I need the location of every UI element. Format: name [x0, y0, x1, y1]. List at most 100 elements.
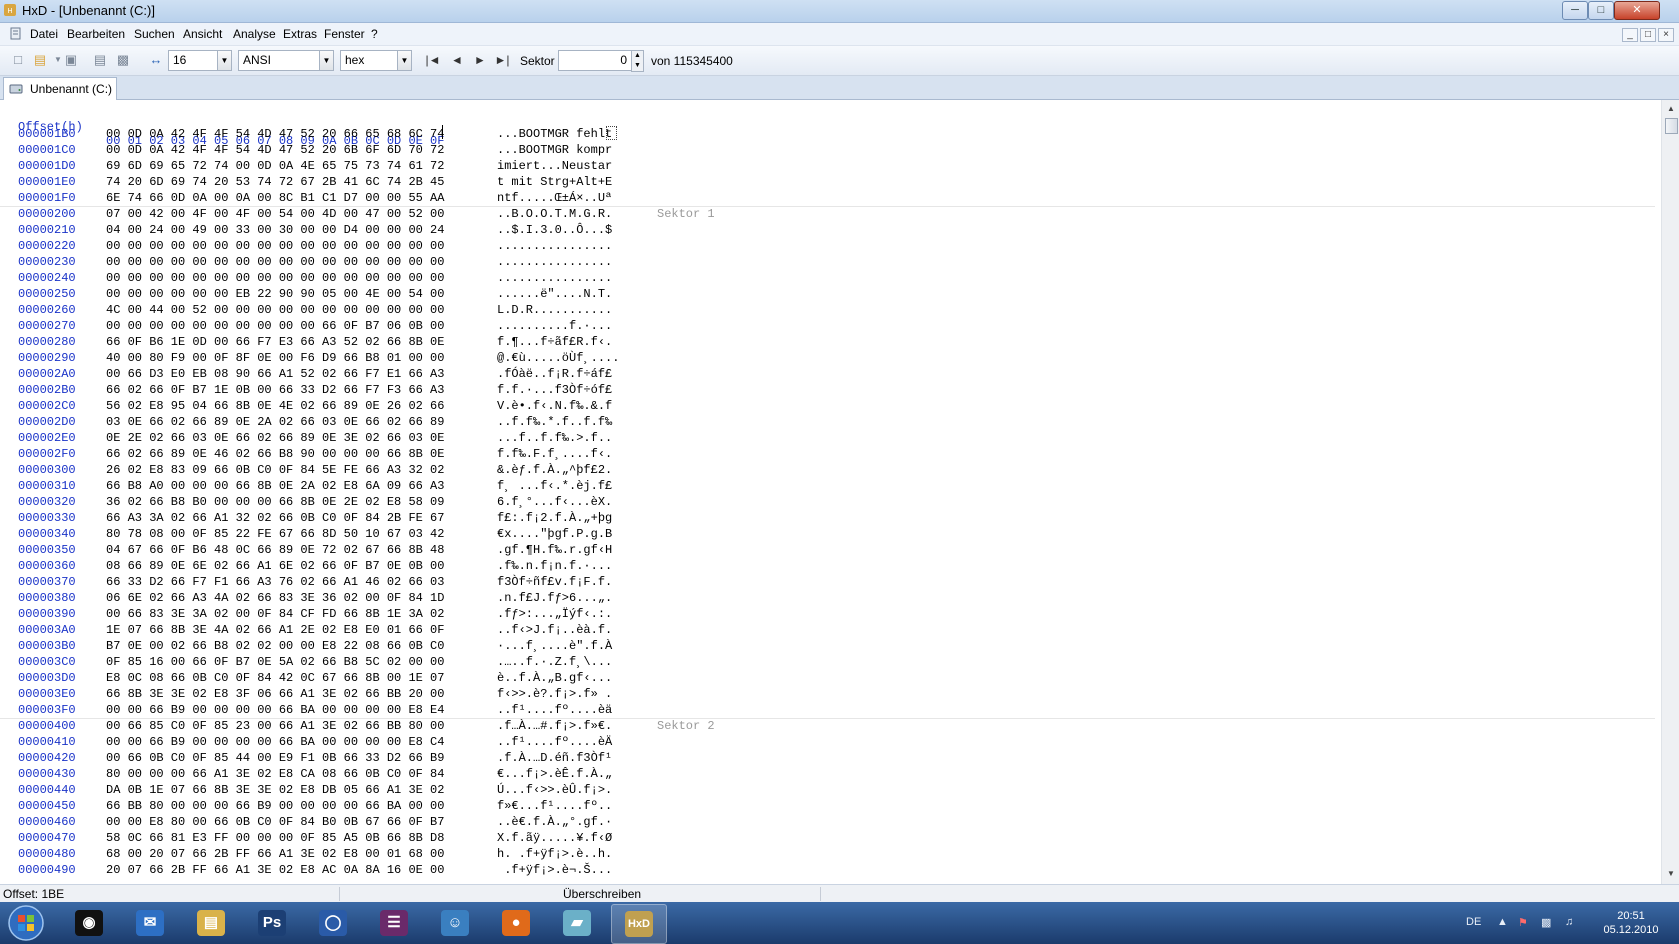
scroll-down-button[interactable]: ▼ — [1665, 867, 1677, 881]
status-mode[interactable]: Überschreiben — [563, 887, 641, 901]
language-indicator[interactable]: DE — [1466, 916, 1481, 928]
first-sector-button[interactable]: |◄ — [425, 52, 441, 68]
row-hex-bytes[interactable]: 00 0D 0A 42 4F 4F 54 4D 47 52 20 6B 6F 6… — [106, 142, 444, 158]
row-hex-bytes[interactable]: B7 0E 00 02 66 B8 02 02 00 00 E8 22 08 6… — [106, 638, 444, 654]
row-ascii[interactable]: ..f¹....fº....èä — [497, 702, 612, 718]
scroll-thumb[interactable] — [1665, 118, 1678, 134]
mdi-minimize-button[interactable]: _ — [1622, 28, 1638, 42]
row-ascii[interactable]: ...f..f.f‰.>.f.. — [497, 430, 612, 446]
offset-base-select[interactable]: hex ▼ — [340, 50, 412, 71]
row-hex-bytes[interactable]: 04 00 24 00 49 00 33 00 30 00 00 D4 00 0… — [106, 222, 444, 238]
row-ascii[interactable]: .fƒ>:...„Ïýf‹.:. — [497, 606, 612, 622]
menu-extras[interactable]: Extras — [283, 27, 317, 41]
row-ascii[interactable]: f»€...f¹....fº.. — [497, 798, 612, 814]
menu-ansicht[interactable]: Ansicht — [183, 27, 222, 41]
row-ascii[interactable]: ..f.f‰.*.f..f.f‰ — [497, 414, 612, 430]
row-hex-bytes[interactable]: 4C 00 44 00 52 00 00 00 00 00 00 00 00 0… — [106, 302, 444, 318]
row-hex-bytes[interactable]: 66 33 D2 66 F7 F1 66 A3 76 02 66 A1 46 0… — [106, 574, 444, 590]
row-hex-bytes[interactable]: 66 02 66 89 0E 46 02 66 B8 90 00 00 00 6… — [106, 446, 444, 462]
row-hex-bytes[interactable]: 80 00 00 00 66 A1 3E 02 E8 CA 08 66 0B C… — [106, 766, 444, 782]
row-hex-bytes[interactable]: 04 67 66 0F B6 48 0C 66 89 0E 72 02 67 6… — [106, 542, 444, 558]
row-hex-bytes[interactable]: 00 00 00 00 00 00 EB 22 90 90 05 00 4E 0… — [106, 286, 444, 302]
menu-fenster[interactable]: Fenster — [324, 27, 365, 41]
row-hex-bytes[interactable]: 00 66 D3 E0 EB 08 90 66 A1 52 02 66 F7 E… — [106, 366, 444, 382]
row-ascii[interactable]: f‹>>.è?.f¡>.f» . — [497, 686, 612, 702]
taskbar-tool-button[interactable]: ▰ — [550, 904, 604, 942]
row-ascii[interactable]: 6.f¸°...f‹...èX. — [497, 494, 612, 510]
row-ascii[interactable]: ..B.O.O.T.M.G.R. — [497, 206, 612, 222]
row-hex-bytes[interactable]: 00 66 85 C0 0F 85 23 00 66 A1 3E 02 66 B… — [106, 718, 444, 734]
show-hidden-icons-icon[interactable]: ▲ — [1497, 916, 1508, 928]
row-hex-bytes[interactable]: 00 00 E8 80 00 66 0B C0 0F 84 B0 0B 67 6… — [106, 814, 444, 830]
taskbar-photoshop-button[interactable]: Ps — [245, 904, 299, 942]
row-ascii[interactable]: ...BOOTMGR kompr — [497, 142, 612, 158]
row-hex-bytes[interactable]: 00 0D 0A 42 4F 4F 54 4D 47 52 20 66 65 6… — [106, 126, 444, 142]
clock[interactable]: 20:51 05.12.2010 — [1591, 909, 1671, 937]
print-icon[interactable]: ▤ — [92, 52, 108, 68]
row-hex-bytes[interactable]: 80 78 08 00 0F 85 22 FE 67 66 8D 50 10 6… — [106, 526, 444, 542]
row-hex-bytes[interactable]: 00 66 83 3E 3A 02 00 0F 84 CF FD 66 8B 1… — [106, 606, 444, 622]
row-ascii[interactable]: ..$.I.3.0..Ô...$ — [497, 222, 612, 238]
menu-datei[interactable]: Datei — [30, 27, 58, 41]
row-hex-bytes[interactable]: 68 00 20 07 66 2B FF 66 A1 3E 02 E8 00 0… — [106, 846, 444, 862]
row-hex-bytes[interactable]: 66 A3 3A 02 66 A1 32 02 66 0B C0 0F 84 2… — [106, 510, 444, 526]
row-ascii[interactable]: è..f.À.„B.gf‹... — [497, 670, 612, 686]
row-hex-bytes[interactable]: 06 6E 02 66 A3 4A 02 66 83 3E 36 02 00 0… — [106, 590, 444, 606]
row-hex-bytes[interactable]: 56 02 E8 95 04 66 8B 0E 4E 02 66 89 0E 2… — [106, 398, 444, 414]
row-ascii[interactable]: ..f¹....fº....èÄ — [497, 734, 612, 750]
row-hex-bytes[interactable]: 40 00 80 F9 00 0F 8F 0E 00 F6 D9 66 B8 0… — [106, 350, 444, 366]
start-button-icon[interactable] — [4, 904, 48, 942]
chevron-down-icon[interactable]: ▼ — [397, 51, 411, 70]
taskbar-steam-button[interactable]: ◉ — [62, 904, 116, 942]
row-hex-bytes[interactable]: 66 B8 A0 00 00 00 66 8B 0E 2A 02 E8 6A 0… — [106, 478, 444, 494]
menu-bearbeiten[interactable]: Bearbeiten — [67, 27, 125, 41]
last-sector-button[interactable]: ►| — [494, 52, 510, 68]
row-ascii[interactable]: &.èƒ.f.À.„^þf£2. — [497, 462, 612, 478]
taskbar-messenger-button[interactable]: ☺ — [428, 904, 482, 942]
next-sector-button[interactable]: ► — [472, 52, 488, 68]
row-hex-bytes[interactable]: 1E 07 66 8B 3E 4A 02 66 A1 2E 02 E8 E0 0… — [106, 622, 444, 638]
row-ascii[interactable]: @.€ù.....öÙf¸.... — [497, 350, 619, 366]
row-hex-bytes[interactable]: 00 00 66 B9 00 00 00 00 66 BA 00 00 00 0… — [106, 702, 444, 718]
open-folder-icon[interactable]: ▤ — [32, 52, 48, 68]
row-ascii[interactable]: imiert...Neustar — [497, 158, 612, 174]
row-hex-bytes[interactable]: 08 66 89 0E 6E 02 66 A1 6E 02 66 0F B7 0… — [106, 558, 444, 574]
tab-unbenannt-c[interactable]: Unbenannt (C:) — [3, 77, 117, 100]
sector-spinner[interactable]: ▲ ▼ — [631, 50, 644, 72]
row-ascii[interactable]: V.è•.f‹.N.f‰.&.f — [497, 398, 612, 414]
row-ascii[interactable]: .n.f£J.fƒ>6...„. — [497, 590, 612, 606]
row-ascii[interactable]: f.¶...f÷ãf£R.f‹. — [497, 334, 612, 350]
row-ascii[interactable]: ..........f.·... — [497, 318, 612, 334]
row-ascii[interactable]: L.D.R........... — [497, 302, 612, 318]
row-hex-bytes[interactable]: 03 0E 66 02 66 89 0E 2A 02 66 03 0E 66 0… — [106, 414, 444, 430]
menu-suchen[interactable]: Suchen — [134, 27, 175, 41]
row-ascii[interactable]: f3Òf÷ñf£v.f¡F.f. — [497, 574, 612, 590]
taskbar-sphere-button[interactable]: ◯ — [306, 904, 360, 942]
row-hex-bytes[interactable]: 74 20 6D 69 74 20 53 74 72 67 2B 41 6C 7… — [106, 174, 444, 190]
row-ascii[interactable]: ...BOOTMGR fehlt — [497, 126, 612, 142]
row-hex-bytes[interactable]: 0F 85 16 00 66 0F B7 0E 5A 02 66 B8 5C 0… — [106, 654, 444, 670]
close-button[interactable]: ✕ — [1614, 1, 1660, 20]
charset-select[interactable]: ANSI ▼ — [238, 50, 334, 71]
row-ascii[interactable]: t mit Strg+Alt+E — [497, 174, 612, 190]
taskbar-winrar-button[interactable]: ☰ — [367, 904, 421, 942]
minimize-button[interactable]: ─ — [1562, 1, 1588, 20]
row-hex-bytes[interactable]: 00 00 00 00 00 00 00 00 00 00 00 00 00 0… — [106, 254, 444, 270]
sector-input[interactable]: 0 — [558, 50, 632, 71]
row-hex-bytes[interactable]: 66 0F B6 1E 0D 00 66 F7 E3 66 A3 52 02 6… — [106, 334, 444, 350]
row-hex-bytes[interactable]: 66 8B 3E 3E 02 E8 3F 06 66 A1 3E 02 66 B… — [106, 686, 444, 702]
row-ascii[interactable]: f¸ ...f‹.*.èj.f£ — [497, 478, 612, 494]
row-ascii[interactable]: .f‰.n.f¡n.f.·... — [497, 558, 612, 574]
menu-analyse[interactable]: Analyse — [233, 27, 276, 41]
chevron-down-icon[interactable]: ▼ — [217, 51, 231, 70]
new-file-icon[interactable]: □ — [10, 52, 26, 68]
row-ascii[interactable]: €x...."þgf.P.g.B — [497, 526, 612, 542]
row-hex-bytes[interactable]: 66 BB 80 00 00 00 66 B9 00 00 00 00 66 B… — [106, 798, 444, 814]
volume-icon[interactable]: ♫ — [1565, 916, 1573, 928]
taskbar-explorer-button[interactable]: ▤ — [184, 904, 238, 942]
row-ascii[interactable]: .f…À.…#.f¡>.f»€. — [497, 718, 612, 734]
mdi-close-button[interactable]: × — [1658, 28, 1674, 42]
row-hex-bytes[interactable]: 6E 74 66 0D 0A 00 0A 00 8C B1 C1 D7 00 0… — [106, 190, 444, 206]
row-hex-bytes[interactable]: 69 6D 69 65 72 74 00 0D 0A 4E 65 75 73 7… — [106, 158, 444, 174]
row-ascii[interactable]: .…..f.·.Z.f¸\... — [497, 654, 612, 670]
